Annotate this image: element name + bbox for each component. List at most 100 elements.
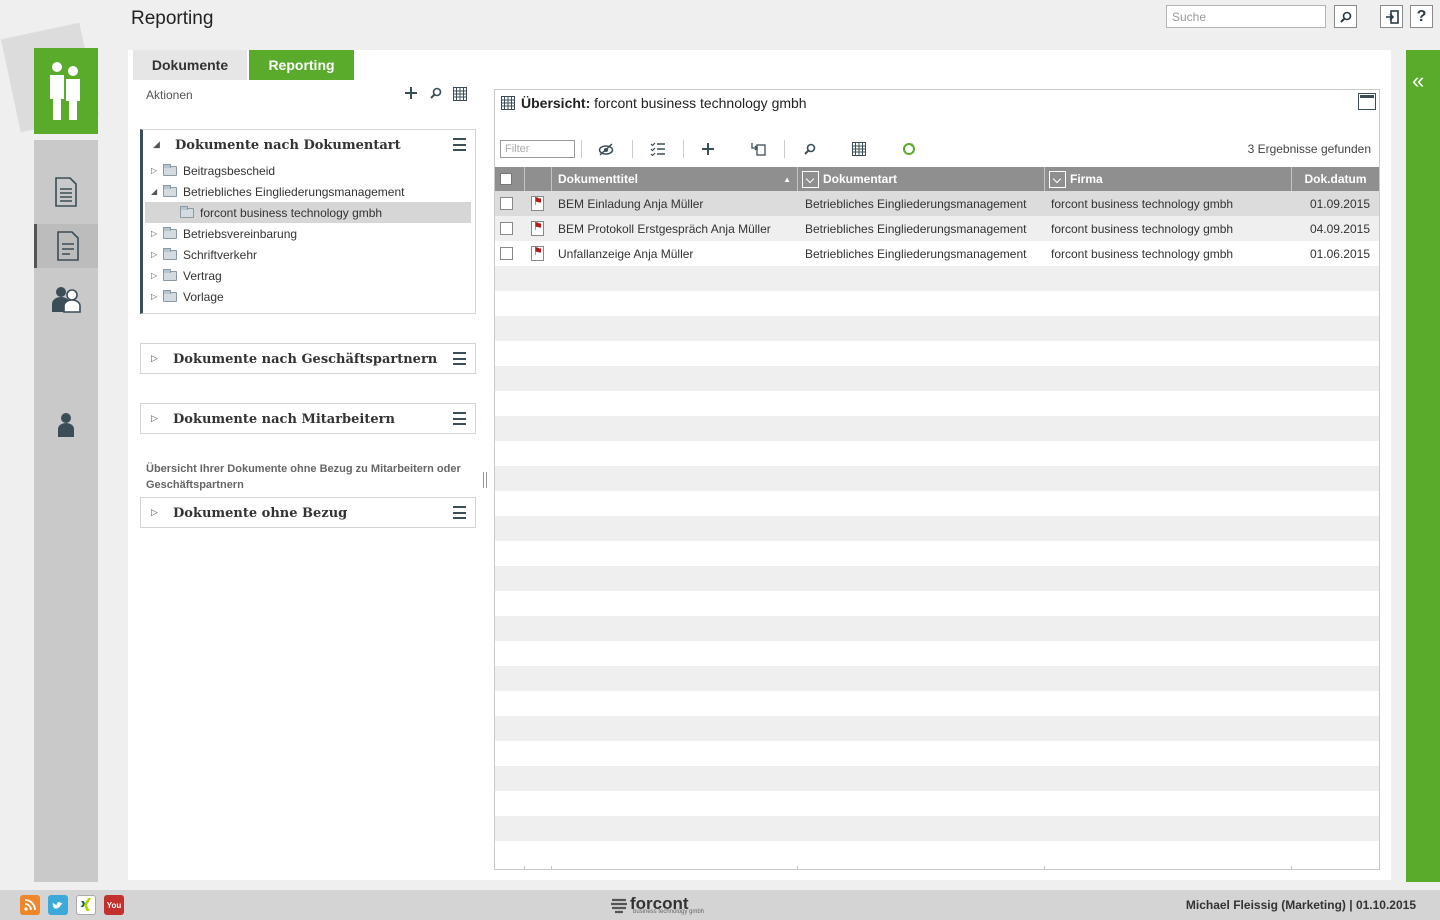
filter-input[interactable] <box>500 140 575 158</box>
cell-title[interactable]: Unfallanzeige Anja Müller <box>558 241 794 266</box>
checklist-icon[interactable] <box>650 142 665 156</box>
tree-item-selected[interactable]: forcont business technology gmbh <box>145 202 471 223</box>
row-select-cell[interactable] <box>495 241 525 266</box>
menu-icon[interactable] <box>453 506 466 519</box>
rss-icon[interactable] <box>20 895 40 915</box>
tree-item-label: forcont business technology gmbh <box>200 205 383 220</box>
triangle-down-icon[interactable]: ◢ <box>151 187 157 196</box>
cell-title[interactable]: BEM Protokoll Erstgespräch Anja Müller <box>558 216 794 241</box>
triangle-down-icon[interactable]: ◢ <box>153 140 160 150</box>
cell-title[interactable]: BEM Einladung Anja Müller <box>558 191 794 216</box>
search-icon[interactable] <box>804 143 816 155</box>
overview-title-value: forcont business technology gmbh <box>594 95 807 111</box>
maximize-icon[interactable] <box>1358 93 1376 110</box>
xing-icon[interactable] <box>76 895 96 915</box>
column-filter-dropdown-icon[interactable] <box>1049 170 1066 188</box>
nav-partners[interactable] <box>34 277 98 321</box>
empty-table-row <box>495 791 1379 816</box>
section-header[interactable]: ▷ Dokumente nach Mitarbeitern <box>141 404 475 434</box>
triangle-right-icon[interactable]: ▷ <box>151 229 157 238</box>
section-title: Dokumente nach Dokumentart <box>175 137 401 153</box>
move-document-icon[interactable] <box>751 142 767 156</box>
select-all-checkbox[interactable] <box>500 173 512 185</box>
table-row[interactable]: BEM Protokoll Erstgespräch Anja Müller Be… <box>495 216 1379 241</box>
type-icon-header <box>525 167 552 191</box>
document-grid: Dokumenttitel ▲ Dokumentart Firma Dok.da… <box>495 167 1379 866</box>
section-header[interactable]: ◢ Dokumente nach Dokumentart <box>143 130 475 160</box>
triangle-right-icon[interactable]: ▷ <box>151 508 158 518</box>
brand-subtitle: business technology gmbh <box>633 909 705 915</box>
empty-table-row <box>495 491 1379 516</box>
menu-icon[interactable] <box>453 352 466 365</box>
triangle-right-icon[interactable]: ▷ <box>151 250 157 259</box>
section-header[interactable]: ▷ Dokumente nach Geschäftspartnern <box>141 344 475 374</box>
tab-reporting[interactable]: Reporting <box>249 50 354 80</box>
section-header[interactable]: ▷ Dokumente ohne Bezug <box>141 498 475 528</box>
menu-icon[interactable] <box>453 138 466 151</box>
youtube-icon[interactable]: You <box>104 895 124 915</box>
tree-item[interactable]: ▷ Vorlage <box>143 286 475 307</box>
tree-item[interactable]: ▷ Vertrag <box>143 265 475 286</box>
empty-table-row <box>495 716 1379 741</box>
tree-item-label: Vertrag <box>183 268 222 283</box>
column-header-type[interactable]: Dokumentart <box>798 167 1045 191</box>
app-logo[interactable] <box>34 48 98 134</box>
add-icon[interactable] <box>404 86 418 100</box>
triangle-right-icon[interactable]: ▷ <box>151 292 157 301</box>
logout-button[interactable] <box>1380 5 1403 28</box>
triangle-right-icon[interactable]: ▷ <box>151 414 158 424</box>
row-select-cell[interactable] <box>495 191 525 216</box>
toolbar-separator <box>683 140 684 158</box>
columns-grid-icon[interactable] <box>453 87 467 101</box>
row-checkbox[interactable] <box>500 247 513 260</box>
column-header-date[interactable]: Dok.datum <box>1292 167 1379 191</box>
menu-icon[interactable] <box>453 412 466 425</box>
empty-table-row <box>495 466 1379 491</box>
pdf-icon[interactable] <box>531 195 544 211</box>
row-checkbox[interactable] <box>500 222 513 235</box>
column-header-title[interactable]: Dokumenttitel ▲ <box>552 167 798 191</box>
pdf-icon[interactable] <box>531 220 544 236</box>
document-icon <box>55 177 77 207</box>
table-row[interactable]: Unfallanzeige Anja Müller Betriebliches E… <box>495 241 1379 266</box>
select-all-cell[interactable] <box>495 167 525 191</box>
triangle-right-icon[interactable]: ▷ <box>151 166 157 175</box>
row-select-cell[interactable] <box>495 216 525 241</box>
triangle-right-icon[interactable]: ▷ <box>151 354 158 364</box>
search-input[interactable] <box>1166 5 1326 28</box>
nav-documents[interactable] <box>34 170 98 214</box>
overview-panel: Übersicht: forcont business technology g… <box>494 89 1380 870</box>
people-logo-icon <box>50 62 80 120</box>
column-header-company[interactable]: Firma <box>1045 167 1292 191</box>
sort-asc-icon[interactable]: ▲ <box>783 175 791 184</box>
tab-dokumente[interactable]: Dokumente <box>133 50 247 80</box>
help-button[interactable]: ? <box>1410 5 1433 28</box>
table-row[interactable]: BEM Einladung Anja Müller Betriebliches E… <box>495 191 1379 216</box>
empty-table-row <box>495 666 1379 691</box>
row-checkbox[interactable] <box>500 197 513 210</box>
hide-view-icon[interactable] <box>598 142 614 156</box>
empty-table-row <box>495 341 1379 366</box>
empty-table-row <box>495 691 1379 716</box>
section-mitarbeiter: ▷ Dokumente nach Mitarbeitern <box>140 403 476 434</box>
triangle-right-icon[interactable]: ▷ <box>151 271 157 280</box>
search-button[interactable] <box>1334 5 1357 28</box>
tree-item[interactable]: ▷ Schriftverkehr <box>143 244 475 265</box>
columns-grid-icon[interactable] <box>852 142 866 156</box>
refresh-icon[interactable] <box>902 142 916 156</box>
row-type-cell <box>525 216 552 241</box>
nav-employee[interactable] <box>34 403 98 447</box>
search-icon[interactable] <box>430 87 442 99</box>
panel-splitter[interactable] <box>483 472 487 488</box>
twitter-icon[interactable] <box>48 895 68 915</box>
tree-item[interactable]: ◢ Betriebliches Eingliederungsmanagement <box>143 181 475 202</box>
tree-item[interactable]: ▷ Betriebsvereinbarung <box>143 223 475 244</box>
double-chevron-left-icon[interactable]: « <box>1412 68 1424 94</box>
pdf-icon[interactable] <box>531 245 544 261</box>
column-filter-dropdown-icon[interactable] <box>802 170 819 188</box>
tree-item[interactable]: ▷ Beitragsbescheid <box>143 160 475 181</box>
right-collapse-bar[interactable]: « <box>1406 50 1440 882</box>
nav-reporting[interactable] <box>34 224 98 268</box>
add-icon[interactable] <box>701 142 715 156</box>
empty-table-row <box>495 566 1379 591</box>
